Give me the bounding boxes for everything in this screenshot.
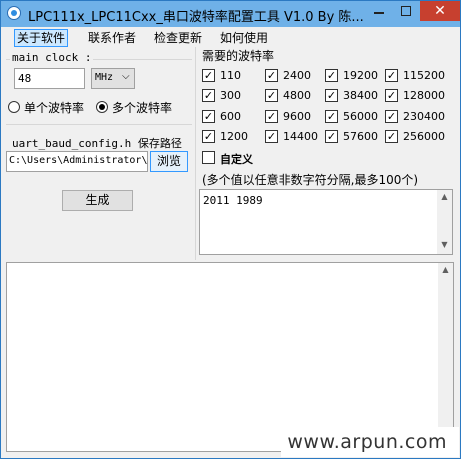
check-icon: ✓ <box>326 110 337 123</box>
custom-checkbox-label[interactable]: 自定义 <box>220 151 253 167</box>
main-clock-label: main clock : <box>10 51 94 64</box>
close-button[interactable]: ✕ <box>420 1 460 21</box>
panel-divider <box>195 47 196 260</box>
baud-group-label: 需要的波特率 <box>202 49 275 63</box>
baud-label-38400[interactable]: 38400 <box>343 89 378 102</box>
divider <box>6 124 192 125</box>
baud-checkbox-56000[interactable]: ✓ <box>325 110 338 123</box>
baud-label-300[interactable]: 300 <box>220 89 241 102</box>
check-icon: ✓ <box>203 89 214 102</box>
check-icon: ✓ <box>266 130 277 143</box>
baud-label-256000[interactable]: 256000 <box>403 130 445 143</box>
save-path-label: uart_baud_config.h 保存路径 <box>12 135 182 151</box>
baud-label-1200[interactable]: 1200 <box>220 130 248 143</box>
radio-multi-baud[interactable] <box>96 101 108 113</box>
check-icon: ✓ <box>386 89 397 102</box>
baud-label-57600[interactable]: 57600 <box>343 130 378 143</box>
check-icon: ✓ <box>266 69 277 82</box>
check-icon: ✓ <box>203 69 214 82</box>
generate-button[interactable]: 生成 <box>62 190 133 211</box>
baud-checkbox-57600[interactable]: ✓ <box>325 130 338 143</box>
check-icon: ✓ <box>266 110 277 123</box>
baud-checkbox-1200[interactable]: ✓ <box>202 130 215 143</box>
check-icon: ✓ <box>386 130 397 143</box>
check-icon: ✓ <box>266 89 277 102</box>
save-path-label-text: uart_baud_config.h 保存路径 <box>12 137 182 150</box>
textarea-scrollbar[interactable]: ▲ ▼ <box>437 190 452 254</box>
baud-label-9600[interactable]: 9600 <box>283 110 311 123</box>
baud-checkbox-38400[interactable]: ✓ <box>325 89 338 102</box>
check-icon: ✓ <box>203 110 214 123</box>
main-clock-input[interactable]: 48 <box>14 68 85 89</box>
clock-unit-value: MHz <box>95 72 114 83</box>
window-title: LPC111x_LPC11Cxx_串口波特率配置工具 V1.0 By 陈... <box>28 10 364 25</box>
baud-label-19200[interactable]: 19200 <box>343 69 378 82</box>
baud-checkbox-256000[interactable]: ✓ <box>385 130 398 143</box>
check-icon: ✓ <box>386 69 397 82</box>
baud-checkbox-2400[interactable]: ✓ <box>265 69 278 82</box>
baud-checkbox-128000[interactable]: ✓ <box>385 89 398 102</box>
baud-label-230400[interactable]: 230400 <box>403 110 445 123</box>
custom-values-textarea[interactable]: 2011 1989 ▲ ▼ <box>199 189 453 255</box>
output-scrollbar[interactable]: ▲ ▼ <box>438 263 453 451</box>
check-icon: ✓ <box>326 130 337 143</box>
scroll-down-icon[interactable]: ▼ <box>437 240 452 249</box>
check-icon: ✓ <box>203 130 214 143</box>
baud-label-56000[interactable]: 56000 <box>343 110 378 123</box>
browse-button[interactable]: 浏览 <box>150 151 188 172</box>
minimize-button[interactable] <box>366 1 392 21</box>
menu-how-to-use[interactable]: 如何使用 <box>218 30 270 46</box>
maximize-button[interactable] <box>393 1 419 21</box>
baud-checkbox-300[interactable]: ✓ <box>202 89 215 102</box>
baud-label-14400[interactable]: 14400 <box>283 130 318 143</box>
baud-checkbox-110[interactable]: ✓ <box>202 69 215 82</box>
close-icon: ✕ <box>434 3 446 19</box>
clock-unit-select[interactable]: MHz ⌵ <box>91 68 135 89</box>
menu-check-update[interactable]: 检查更新 <box>152 30 204 46</box>
menu-about[interactable]: 关于软件 <box>14 29 69 47</box>
chevron-down-icon: ⌵ <box>122 71 130 82</box>
scroll-up-icon[interactable]: ▲ <box>437 192 452 201</box>
baud-checkbox-230400[interactable]: ✓ <box>385 110 398 123</box>
baud-checkbox-19200[interactable]: ✓ <box>325 69 338 82</box>
save-path-input[interactable]: C:\Users\Administrator\ <box>6 151 148 172</box>
radio-multi-baud-label[interactable]: 多个波特率 <box>112 99 172 116</box>
output-scroll-up-icon[interactable]: ▲ <box>438 265 453 274</box>
menu-contact[interactable]: 联系作者 <box>86 30 138 46</box>
app-icon <box>7 6 21 20</box>
baud-label-110[interactable]: 110 <box>220 69 241 82</box>
watermark: www.arpun.com <box>287 431 447 453</box>
baud-checkbox-600[interactable]: ✓ <box>202 110 215 123</box>
check-icon: ✓ <box>386 110 397 123</box>
baud-checkbox-9600[interactable]: ✓ <box>265 110 278 123</box>
radio-single-baud-label[interactable]: 单个波特率 <box>24 99 84 116</box>
custom-checkbox[interactable] <box>202 151 215 164</box>
output-textarea[interactable]: ▲ ▼ <box>6 262 454 452</box>
baud-label-4800[interactable]: 4800 <box>283 89 311 102</box>
custom-values-text: 2011 1989 <box>203 194 263 207</box>
radio-single-baud[interactable] <box>8 101 20 113</box>
baud-checkbox-4800[interactable]: ✓ <box>265 89 278 102</box>
baud-label-128000[interactable]: 128000 <box>403 89 445 102</box>
baud-label-2400[interactable]: 2400 <box>283 69 311 82</box>
check-icon: ✓ <box>326 89 337 102</box>
baud-label-600[interactable]: 600 <box>220 110 241 123</box>
check-icon: ✓ <box>326 69 337 82</box>
baud-checkbox-14400[interactable]: ✓ <box>265 130 278 143</box>
baud-checkbox-115200[interactable]: ✓ <box>385 69 398 82</box>
baud-label-115200[interactable]: 115200 <box>403 69 445 82</box>
custom-hint: (多个值以任意非数字符分隔,最多100个) <box>202 173 419 187</box>
